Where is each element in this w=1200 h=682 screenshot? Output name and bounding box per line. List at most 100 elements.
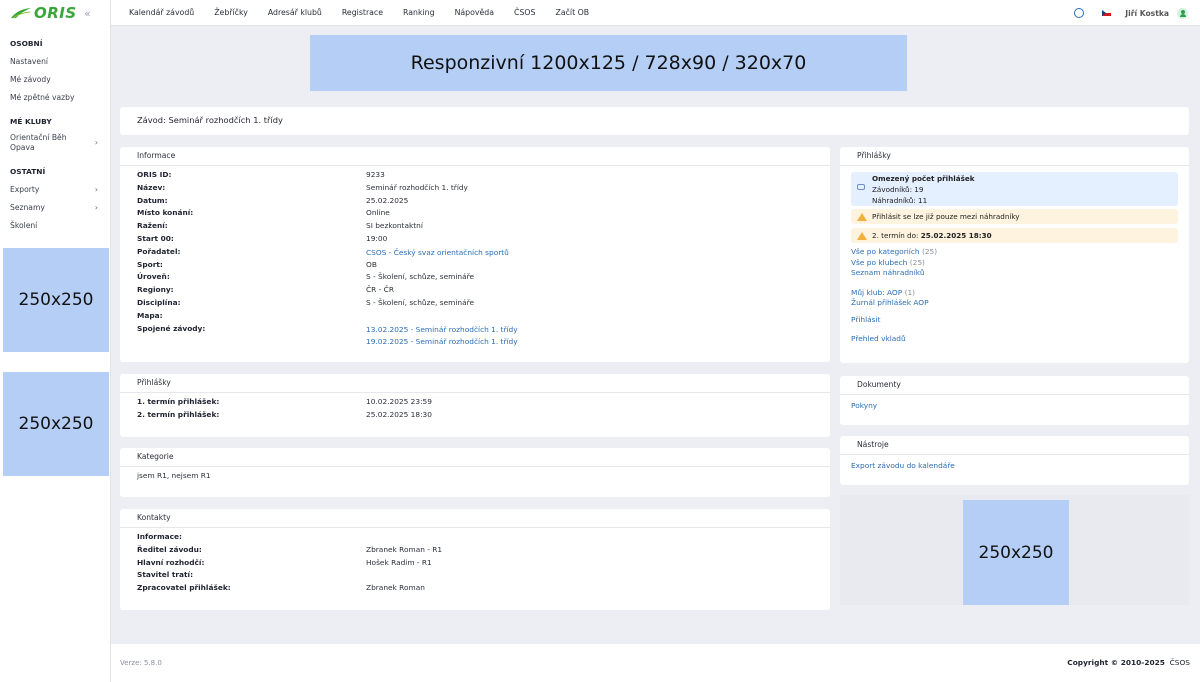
- sidebar-item-zpetne-vazby[interactable]: Mé zpětné vazby: [0, 88, 110, 106]
- tools-header: Nástroje: [840, 436, 1189, 455]
- nav-item-zebricky[interactable]: Žebříčky: [214, 8, 248, 17]
- logo-row: ORIS «: [0, 0, 110, 26]
- info-row: Disciplína: S - Školení, schůze, semináře: [137, 298, 830, 311]
- export-calendar-link[interactable]: Export závodu do kalendáře: [851, 461, 1178, 472]
- link-label: Vše po klubech: [851, 257, 908, 267]
- sidebar-item-me-zavody[interactable]: Mé závody: [0, 70, 110, 88]
- link-journal[interactable]: Žurnál přihlášek AOP: [851, 298, 1178, 309]
- registration-value: 10.02.2025 23:59: [366, 397, 432, 406]
- info-row: Ražení: SI bezkontaktní: [137, 221, 830, 234]
- banner-ad[interactable]: Responzivní 1200x125 / 728x90 / 320x70: [310, 35, 907, 91]
- sidebar-item-seznamy[interactable]: Seznamy ›: [0, 198, 110, 216]
- link-label: Žurnál přihlášek AOP: [851, 298, 929, 307]
- contact-label: Hlavní rozhodčí:: [137, 557, 205, 567]
- signup-link[interactable]: Přihlásit: [851, 315, 1178, 326]
- nav-item-kalendar[interactable]: Kalendář závodů: [129, 8, 194, 17]
- deadline-prefix: 2. termín do:: [872, 231, 919, 240]
- info-label: Ražení:: [137, 221, 168, 231]
- contact-row: Ředitel závodu: Zbranek Roman - R1: [137, 545, 830, 558]
- info-value: Online: [366, 208, 390, 218]
- entries-card: Přihlášky Omezený počet přihlášek Závodn…: [840, 147, 1189, 363]
- link-my-club[interactable]: Můj klub: AOP (1): [851, 288, 1178, 299]
- registration-label: 1. termín přihlášek:: [137, 397, 220, 406]
- sidebar-ad-1[interactable]: 250x250: [3, 248, 109, 352]
- linked-event-link[interactable]: 13.02.2025 - Seminář rozhodčích 1. třídy: [366, 324, 518, 337]
- entries-header: Přihlášky: [840, 147, 1189, 166]
- contact-row: Stavitel tratí:: [137, 570, 830, 583]
- fees-link[interactable]: Přehled vkladů: [851, 334, 1178, 345]
- link-count: (25): [909, 257, 925, 267]
- sidebar-item-label: Orientační Běh Opava: [10, 133, 67, 152]
- documents-card: Dokumenty Pokyny: [840, 376, 1189, 425]
- czech-flag-icon[interactable]: [1102, 10, 1112, 16]
- link-label: Vše po kategoriích: [851, 247, 920, 256]
- info-label: Úroveň:: [137, 272, 170, 282]
- tools-body: Export závodu do kalendáře: [840, 455, 1189, 472]
- contact-value: Zbranek Roman: [366, 583, 425, 593]
- info-label: ORIS ID:: [137, 170, 172, 179]
- organizer-link[interactable]: CSOS - Český svaz orientačních sportů: [366, 247, 509, 260]
- info-value: S - Školení, schůze, semináře: [366, 272, 475, 282]
- info-icon-wrap: [857, 174, 872, 206]
- chevron-double-left-icon[interactable]: «: [84, 7, 91, 20]
- linked-events: 13.02.2025 - Seminář rozhodčích 1. třídy…: [366, 324, 518, 350]
- user-name[interactable]: Jiří Kostka: [1125, 9, 1169, 18]
- info-value: Seminář rozhodčích 1. třídy: [366, 182, 468, 192]
- instructions-link[interactable]: Pokyny: [851, 401, 1178, 412]
- copyright-text: Copyright © 2010-2025: [1067, 658, 1165, 667]
- search-icon[interactable]: [1074, 8, 1085, 18]
- link-substitutes-list[interactable]: Seznam náhradníků: [851, 268, 1178, 279]
- sidebar-section-me-kluby: MÉ KLUBY: [10, 117, 52, 126]
- sidebar-ad-2[interactable]: 250x250: [3, 372, 109, 476]
- link-by-club[interactable]: Vše po klubech (25): [851, 258, 1178, 269]
- sidebar-item-label: Mé zpětné vazby: [10, 92, 75, 102]
- nav-item-registrace[interactable]: Registrace: [342, 8, 383, 17]
- copyright-org[interactable]: ČSOS: [1170, 658, 1190, 667]
- contact-label: Stavitel tratí:: [137, 570, 194, 580]
- info-label: Místo konání:: [137, 208, 194, 218]
- contact-row: Informace:: [137, 532, 830, 545]
- nav-item-adresar[interactable]: Adresář klubů: [268, 8, 322, 17]
- info-rows: ORIS ID: 9233 Název: Seminář rozhodčích 1.…: [120, 166, 830, 349]
- right-ad[interactable]: 250x250: [963, 500, 1069, 605]
- link-label: Můj klub: AOP: [851, 287, 903, 297]
- registration-row: 1. termín přihlášek: 10.02.2025 23:59: [137, 397, 830, 410]
- deadline-value: 25.02.2025 18:30: [920, 231, 992, 240]
- info-row: Mapa:: [137, 311, 830, 324]
- nav-items: Kalendář závodů Žebříčky Adresář klubů R…: [111, 8, 609, 17]
- nav-item-napoveda[interactable]: Nápověda: [455, 8, 494, 17]
- info-row: Místo konání: Online: [137, 208, 830, 221]
- nav-item-zacit-ob[interactable]: Začít OB: [556, 8, 590, 17]
- info-value: SI bezkontaktní: [366, 221, 423, 231]
- sidebar-item-label: Školení: [10, 220, 38, 230]
- link-by-category[interactable]: Vše po kategoriích (25): [851, 247, 1178, 258]
- sidebar-item-club[interactable]: Orientační Běh Opava ›: [0, 130, 110, 156]
- contact-row: Hlavní rozhodčí: Hošek Radim - R1: [137, 558, 830, 571]
- sidebar-item-nastaveni[interactable]: Nastavení: [0, 52, 110, 70]
- contact-value: Hošek Radim - R1: [366, 557, 432, 567]
- link-count: (25): [921, 247, 938, 256]
- top-nav: Kalendář závodů Žebříčky Adresář klubů R…: [111, 0, 1200, 26]
- info-row: Úroveň: S - Školení, schůze, semináře: [137, 272, 830, 285]
- sidebar-item-skoleni[interactable]: Školení: [0, 216, 110, 234]
- info-label: Název:: [137, 182, 166, 192]
- warn-icon-wrap: [857, 212, 872, 221]
- contact-row: Zpracovatel přihlášek: Zbranek Roman: [137, 583, 830, 596]
- contacts-header: Kontakty: [120, 509, 830, 528]
- racers-count: Závodníků: 19: [872, 184, 924, 194]
- limit-lines: Omezený počet přihlášek Závodníků: 19 Ná…: [872, 174, 975, 206]
- sidebar-item-exporty[interactable]: Exporty ›: [0, 180, 110, 198]
- info-value: ČR - ČR: [366, 285, 394, 295]
- info-row: Regiony: ČR - ČR: [137, 285, 830, 298]
- event-title: Závod: Seminář rozhodčích 1. třídy: [120, 107, 1189, 135]
- limit-title: Omezený počet přihlášek: [872, 174, 975, 183]
- registration-rows: 1. termín přihlášek: 10.02.2025 23:59 2. …: [120, 393, 830, 423]
- linked-event-link[interactable]: 19.02.2025 - Seminář rozhodčích 1. třídy: [366, 336, 518, 349]
- nav-item-csos[interactable]: ČSOS: [514, 8, 535, 17]
- oris-logo[interactable]: ORIS: [10, 4, 77, 22]
- entries-body: Omezený počet přihlášek Závodníků: 19 Ná…: [840, 166, 1189, 345]
- nav-item-ranking[interactable]: Ranking: [403, 8, 435, 17]
- info-label: Pořadatel:: [137, 246, 181, 256]
- user-icon[interactable]: [1177, 7, 1188, 19]
